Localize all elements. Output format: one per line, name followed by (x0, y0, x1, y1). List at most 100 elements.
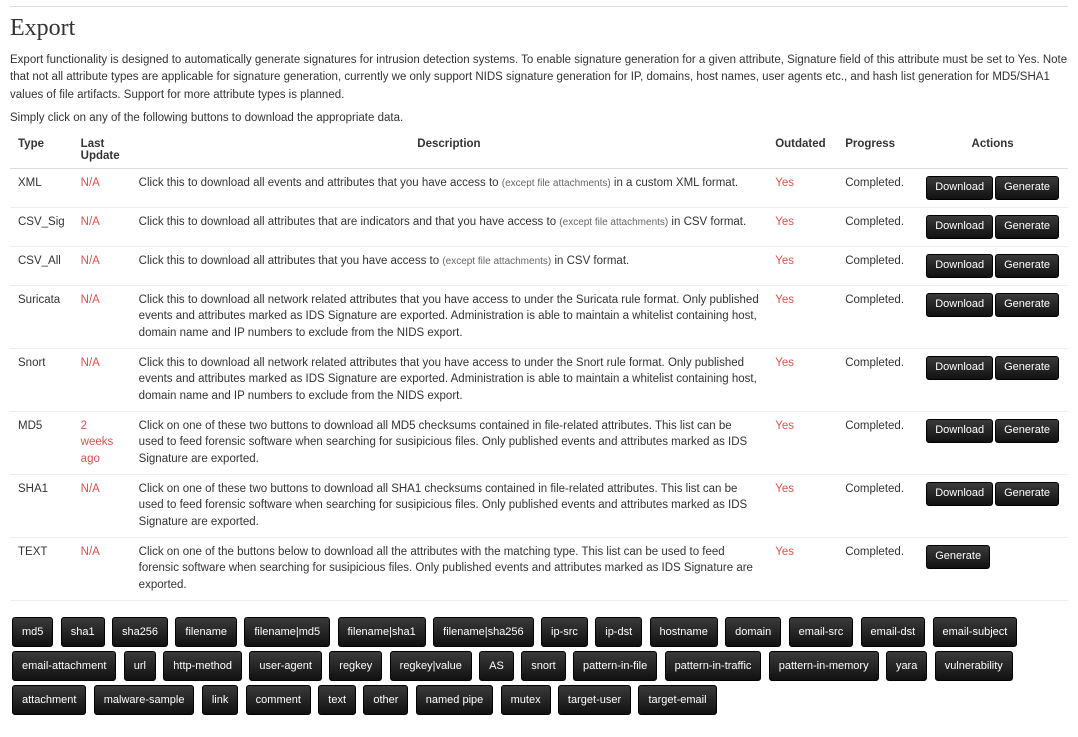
page-title: Export (10, 15, 1068, 42)
col-progress: Progress (837, 132, 917, 169)
cell-type: SHA1 (10, 474, 73, 537)
type-tag[interactable]: AS (479, 651, 514, 681)
cell-last-update: N/A (73, 285, 131, 348)
type-tag[interactable]: malware-sample (94, 685, 195, 715)
type-tag[interactable]: email-dst (861, 617, 926, 647)
type-tag[interactable]: vulnerability (935, 651, 1013, 681)
cell-actions: DownloadGenerate (917, 411, 1068, 474)
table-row: SuricataN/AClick this to download all ne… (10, 285, 1068, 348)
type-tag[interactable]: url (124, 651, 156, 681)
type-tag[interactable]: email-attachment (12, 651, 116, 681)
type-tag[interactable]: filename|md5 (244, 617, 330, 647)
type-tag[interactable]: comment (246, 685, 311, 715)
download-button[interactable]: Download (926, 254, 993, 278)
type-tag[interactable]: email-subject (933, 617, 1018, 647)
cell-progress: Completed. (837, 207, 917, 246)
table-row: SHA1N/AClick on one of these two buttons… (10, 474, 1068, 537)
cell-outdated: Yes (767, 285, 837, 348)
type-tag[interactable]: hostname (650, 617, 718, 647)
cell-last-update: N/A (73, 474, 131, 537)
type-tag[interactable]: ip-src (541, 617, 588, 647)
generate-button[interactable]: Generate (995, 215, 1059, 239)
cell-type: MD5 (10, 411, 73, 474)
type-tag[interactable]: link (202, 685, 239, 715)
type-tag[interactable]: pattern-in-file (573, 651, 657, 681)
type-tag[interactable]: pattern-in-memory (769, 651, 879, 681)
type-tag[interactable]: yara (886, 651, 927, 681)
type-tag[interactable]: filename (175, 617, 237, 647)
table-row: TEXTN/AClick on one of the buttons below… (10, 537, 1068, 600)
cell-outdated: Yes (767, 348, 837, 411)
generate-button[interactable]: Generate (995, 254, 1059, 278)
cell-description: Click this to download all network relat… (131, 285, 768, 348)
download-button[interactable]: Download (926, 419, 993, 443)
cell-description: Click this to download all attributes th… (131, 246, 768, 285)
type-tag[interactable]: attachment (12, 685, 86, 715)
type-tag[interactable]: ip-dst (595, 617, 642, 647)
type-tag[interactable]: target-email (638, 685, 716, 715)
download-button[interactable]: Download (926, 176, 993, 200)
download-button[interactable]: Download (926, 356, 993, 380)
cell-description: Click this to download all events and at… (131, 168, 768, 207)
generate-button[interactable]: Generate (926, 545, 990, 569)
type-tag[interactable]: regkey (329, 651, 382, 681)
col-outdated: Outdated (767, 132, 837, 169)
cell-outdated: Yes (767, 474, 837, 537)
table-row: MD52 weeks agoClick on one of these two … (10, 411, 1068, 474)
cell-actions: Generate (917, 537, 1068, 600)
cell-type: TEXT (10, 537, 73, 600)
cell-description: Click this to download all attributes th… (131, 207, 768, 246)
cell-actions: DownloadGenerate (917, 474, 1068, 537)
cell-last-update: N/A (73, 537, 131, 600)
generate-button[interactable]: Generate (995, 176, 1059, 200)
cell-description: Click on one of these two buttons to dow… (131, 411, 768, 474)
type-tag[interactable]: pattern-in-traffic (665, 651, 762, 681)
generate-button[interactable]: Generate (995, 356, 1059, 380)
type-tag[interactable]: text (318, 685, 356, 715)
cell-last-update: N/A (73, 246, 131, 285)
type-tag[interactable]: mutex (501, 685, 551, 715)
generate-button[interactable]: Generate (995, 293, 1059, 317)
type-tag[interactable]: domain (725, 617, 781, 647)
cell-last-update: 2 weeks ago (73, 411, 131, 474)
cell-type: CSV_Sig (10, 207, 73, 246)
download-button[interactable]: Download (926, 215, 993, 239)
type-tag[interactable]: sha256 (112, 617, 168, 647)
type-tag[interactable]: named pipe (416, 685, 494, 715)
cell-progress: Completed. (837, 411, 917, 474)
cell-description: Click this to download all network relat… (131, 348, 768, 411)
cell-outdated: Yes (767, 411, 837, 474)
col-actions: Actions (917, 132, 1068, 169)
type-tag[interactable]: regkey|value (390, 651, 472, 681)
export-table: Type Last Update Description Outdated Pr… (10, 132, 1068, 601)
sub-text: Simply click on any of the following but… (10, 112, 1068, 124)
cell-outdated: Yes (767, 537, 837, 600)
type-tag[interactable]: other (363, 685, 408, 715)
cell-type: XML (10, 168, 73, 207)
download-button[interactable]: Download (926, 293, 993, 317)
type-tag-bar: md5 sha1 sha256 filename filename|md5 fi… (10, 615, 1068, 717)
cell-last-update: N/A (73, 168, 131, 207)
except-note: (except file attachments) (442, 256, 551, 267)
type-tag[interactable]: filename|sha1 (338, 617, 426, 647)
type-tag[interactable]: sha1 (61, 617, 105, 647)
cell-outdated: Yes (767, 246, 837, 285)
col-description: Description (131, 132, 768, 169)
type-tag[interactable]: email-src (789, 617, 854, 647)
table-row: SnortN/AClick this to download all netwo… (10, 348, 1068, 411)
generate-button[interactable]: Generate (995, 419, 1059, 443)
download-button[interactable]: Download (926, 482, 993, 506)
cell-last-update: N/A (73, 207, 131, 246)
cell-progress: Completed. (837, 537, 917, 600)
generate-button[interactable]: Generate (995, 482, 1059, 506)
type-tag[interactable]: user-agent (249, 651, 322, 681)
type-tag[interactable]: http-method (163, 651, 242, 681)
cell-progress: Completed. (837, 348, 917, 411)
type-tag[interactable]: target-user (558, 685, 631, 715)
type-tag[interactable]: snort (521, 651, 565, 681)
type-tag[interactable]: md5 (12, 617, 53, 647)
col-type: Type (10, 132, 73, 169)
cell-description: Click on one of the buttons below to dow… (131, 537, 768, 600)
type-tag[interactable]: filename|sha256 (433, 617, 534, 647)
intro-text: Export functionality is designed to auto… (10, 52, 1068, 104)
